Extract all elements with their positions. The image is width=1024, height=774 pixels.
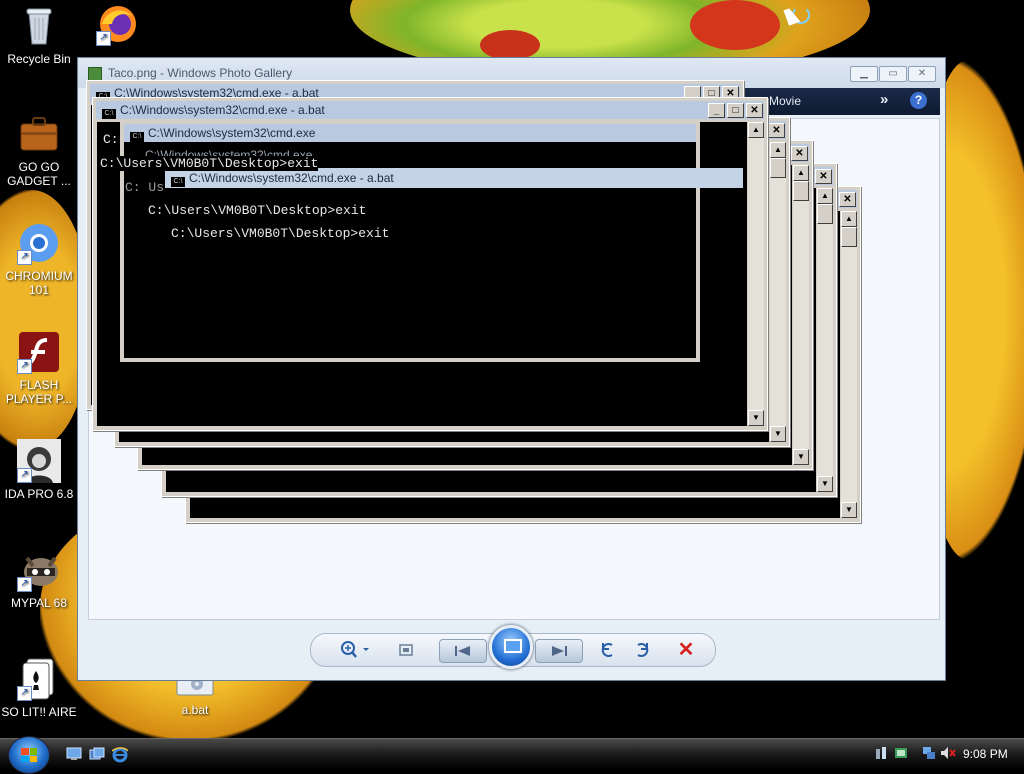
desktop-icon-gadget[interactable]: GO GO GADGET ... xyxy=(1,112,77,188)
desktop-icon-mypal[interactable]: ↗ MYPAL 68 xyxy=(1,548,77,610)
maximize-button[interactable]: ▭ xyxy=(879,66,907,82)
slideshow-button[interactable] xyxy=(489,625,533,669)
internet-explorer-icon[interactable] xyxy=(111,747,129,763)
scroll-up-button[interactable]: ▲ xyxy=(817,188,833,204)
taskbar: 9:08 PM xyxy=(0,736,1024,774)
maximize-button[interactable]: □ xyxy=(727,103,744,118)
switch-windows-icon[interactable] xyxy=(89,747,105,761)
scrollbar[interactable]: ▲▼ xyxy=(793,165,809,465)
firefox-icon: ↗ xyxy=(96,2,140,46)
shortcut-arrow-icon: ↗ xyxy=(17,686,32,701)
previous-button[interactable] xyxy=(439,639,487,663)
desktop-icon-firefox[interactable]: ↗ xyxy=(80,2,156,50)
scroll-thumb[interactable] xyxy=(841,227,857,247)
console-line: C:\Users\VM0B0T\Desktop>exit xyxy=(171,226,390,241)
scroll-thumb[interactable] xyxy=(793,181,809,201)
make-movie-button[interactable]: Movie xyxy=(769,94,801,108)
flash-icon: ↗ xyxy=(17,330,61,374)
minimize-button[interactable]: ▁ xyxy=(850,66,878,82)
scroll-up-button[interactable]: ▲ xyxy=(841,211,857,227)
chromium-icon: ↗ xyxy=(17,221,61,265)
desktop-icon-ida-pro[interactable]: ↗ IDA PRO 6.8 xyxy=(1,439,77,501)
scrollbar[interactable]: ▲▼ xyxy=(770,142,786,442)
recycle-bin-icon xyxy=(17,4,61,48)
more-options-chevron-icon[interactable]: » xyxy=(880,91,888,108)
scroll-down-button[interactable]: ▼ xyxy=(748,410,764,426)
photo-controls-bar: ✕ xyxy=(310,625,716,669)
scroll-down-button[interactable]: ▼ xyxy=(841,502,857,518)
shortcut-arrow-icon: ↗ xyxy=(17,468,32,483)
scroll-thumb[interactable] xyxy=(817,204,833,224)
delete-icon[interactable]: ✕ xyxy=(675,640,697,660)
scroll-up-button[interactable]: ▲ xyxy=(748,122,764,138)
wallpaper-tomato xyxy=(480,30,540,60)
start-button[interactable] xyxy=(8,736,50,774)
ida-icon: ↗ xyxy=(17,439,61,483)
scroll-down-button[interactable]: ▼ xyxy=(793,449,809,465)
minimize-button[interactable]: _ xyxy=(708,103,725,118)
tray-app-icon[interactable] xyxy=(874,746,888,760)
briefcase-icon xyxy=(17,112,61,156)
fit-to-window-icon[interactable] xyxy=(395,640,417,660)
shortcut-arrow-icon: ↗ xyxy=(96,31,111,46)
close-button[interactable]: ✕ xyxy=(815,169,832,184)
close-button[interactable]: ✕ xyxy=(768,123,785,138)
photo-gallery-toolbar: Movie » ? xyxy=(745,88,940,115)
scroll-up-button[interactable]: ▲ xyxy=(770,142,786,158)
show-desktop-icon[interactable] xyxy=(66,747,82,761)
scroll-down-button[interactable]: ▼ xyxy=(817,476,833,492)
desktop-icon-solitaire[interactable]: ↗ SO LIT!! AIRE xyxy=(1,657,77,719)
rotate-counterclockwise-icon[interactable] xyxy=(597,640,619,660)
console-line: C: Us xyxy=(125,180,165,195)
raccoon-icon: ↗ xyxy=(17,548,61,592)
desktop-icon-chromium[interactable]: ↗ CHROMIUM 101 xyxy=(1,221,77,297)
cmd-titlebar[interactable]: C:\C:\Windows\system32\cmd.exe - a.bat xyxy=(165,168,743,188)
cards-icon: ↗ xyxy=(17,657,61,701)
photo-gallery-app-icon xyxy=(88,67,102,81)
shortcut-arrow-icon: ↗ xyxy=(17,577,32,592)
window-title: Taco.png - Windows Photo Gallery xyxy=(108,66,293,80)
shortcut-arrow-icon: ↗ xyxy=(17,250,32,265)
console-line: C:\Users\VM0B0T\Desktop>exit xyxy=(148,203,367,218)
cmd-icon: C:\ xyxy=(171,177,185,187)
cmd-icon: C:\ xyxy=(130,132,144,142)
wallpaper-tomato xyxy=(690,0,780,50)
scrollbar[interactable]: ▲▼ xyxy=(817,188,833,492)
rotate-clockwise-icon[interactable] xyxy=(631,640,653,660)
taskbar-clock[interactable]: 9:08 PM xyxy=(963,747,1008,761)
volume-muted-icon[interactable] xyxy=(940,746,956,760)
scrollbar[interactable]: ▲▼ xyxy=(748,122,764,426)
windows-logo-icon xyxy=(21,748,37,762)
scrollbar[interactable]: ▲▼ xyxy=(841,211,857,518)
close-button[interactable]: ✕ xyxy=(791,146,808,161)
cmd-icon: C:\ xyxy=(102,109,116,119)
network-icon[interactable] xyxy=(922,746,936,760)
scroll-thumb[interactable] xyxy=(770,158,786,178)
desktop-icon-recycle-bin[interactable]: Recycle Bin xyxy=(1,4,77,66)
console-line: C: xyxy=(103,132,119,147)
next-button[interactable] xyxy=(535,639,583,663)
scroll-up-button[interactable]: ▲ xyxy=(793,165,809,181)
help-icon[interactable]: ? xyxy=(910,92,927,109)
slideshow-icon xyxy=(504,639,522,653)
scroll-down-button[interactable]: ▼ xyxy=(770,426,786,442)
zoom-icon[interactable] xyxy=(339,640,373,660)
desktop-icon-flash[interactable]: ↗ FLASH PLAYER P... xyxy=(1,330,77,406)
cmd-titlebar: C:\ C:\Windows\system32\cmd.exe xyxy=(124,124,696,142)
cmd-titlebar[interactable]: C:\C:\Windows\system32\cmd.exe - a.bat xyxy=(96,101,764,119)
close-button[interactable]: ✕ xyxy=(746,103,763,118)
console-line: C:\Users\VM0B0T\Desktop>exit xyxy=(100,156,319,171)
cmd-window-active[interactable]: C:\ C:\Windows\system32\cmd.exe - a.bat xyxy=(165,168,743,190)
close-button[interactable]: ✕ xyxy=(908,66,936,82)
tray-app-icon[interactable] xyxy=(894,746,908,760)
close-button[interactable]: ✕ xyxy=(839,192,856,207)
shortcut-arrow-icon: ↗ xyxy=(17,359,32,374)
